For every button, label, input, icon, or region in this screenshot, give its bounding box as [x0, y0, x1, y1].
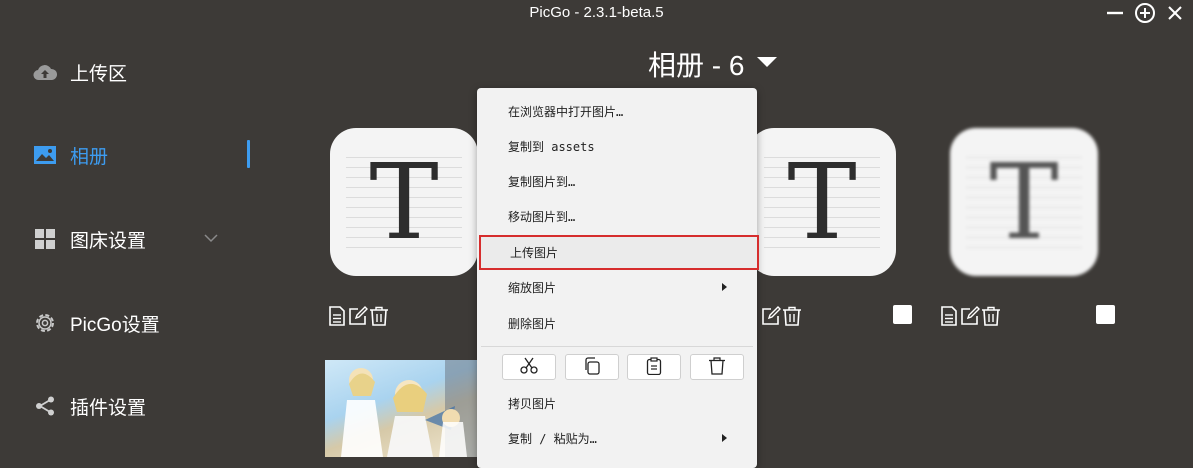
- sidebar-item-label: 上传区: [70, 63, 128, 85]
- menu-item-copy-paste-as[interactable]: 复制 / 粘贴为…: [477, 421, 757, 456]
- select-checkbox[interactable]: [893, 305, 912, 324]
- scissors-icon: [519, 357, 539, 378]
- trash-icon[interactable]: [782, 306, 802, 326]
- grid-icon: [32, 226, 58, 252]
- menu-item-upload-image[interactable]: 上传图片: [479, 235, 759, 270]
- sidebar-item-gallery[interactable]: 相册: [32, 141, 108, 169]
- menu-item-copy-image[interactable]: 拷贝图片: [477, 386, 757, 421]
- gallery-thumbnail[interactable]: T: [950, 128, 1098, 276]
- file-icon[interactable]: [939, 306, 959, 326]
- sidebar: 上传区 相册 图床设置 PicGo设置 插件设置: [0, 28, 262, 457]
- copy-icon: [583, 356, 601, 378]
- sidebar-item-label: 插件设置: [70, 397, 147, 419]
- menu-item-resize-image[interactable]: 缩放图片: [477, 270, 757, 305]
- delete-button[interactable]: [690, 354, 744, 380]
- sidebar-item-label: 相册: [70, 146, 109, 168]
- item-actions: [939, 306, 1001, 326]
- trash-icon[interactable]: [369, 306, 389, 326]
- paste-button[interactable]: [627, 354, 681, 380]
- chevron-down-icon[interactable]: [204, 230, 218, 248]
- gallery-thumbnail[interactable]: T: [748, 128, 896, 276]
- gear-icon: [32, 310, 58, 336]
- menu-item-copy-image-to[interactable]: 复制图片到…: [477, 164, 757, 199]
- item-actions: [761, 306, 802, 326]
- gallery-thumbnail-illustration[interactable]: [325, 360, 477, 457]
- edit-icon[interactable]: [761, 306, 781, 326]
- cloud-upload-icon: [32, 59, 58, 85]
- trash-icon: [708, 356, 726, 378]
- edit-icon[interactable]: [960, 306, 980, 326]
- active-indicator: [247, 140, 250, 168]
- edit-icon[interactable]: [348, 306, 368, 326]
- menu-item-move-image-to[interactable]: 移动图片到…: [477, 199, 757, 234]
- item-actions: [327, 306, 389, 326]
- image-icon: [32, 142, 58, 168]
- minimize-icon[interactable]: [1104, 2, 1126, 24]
- submenu-arrow-icon: [722, 434, 727, 442]
- file-icon[interactable]: [327, 306, 347, 326]
- title-bar: PicGo - 2.3.1-beta.5: [0, 0, 1193, 28]
- gallery-thumbnail[interactable]: T: [330, 128, 478, 276]
- copy-button[interactable]: [565, 354, 619, 380]
- menu-item-delete-image[interactable]: 删除图片: [477, 306, 757, 341]
- window-title: PicGo - 2.3.1-beta.5: [529, 4, 664, 21]
- sidebar-item-label: 图床设置: [70, 230, 147, 252]
- caret-down-icon: [756, 55, 778, 73]
- select-checkbox[interactable]: [1096, 305, 1115, 324]
- sidebar-item-picgo-settings[interactable]: PicGo设置: [32, 309, 160, 337]
- sidebar-item-upload[interactable]: 上传区: [32, 58, 127, 86]
- trash-icon[interactable]: [981, 306, 1001, 326]
- clipboard-icon: [646, 356, 662, 378]
- thumbnail-glyph: T: [787, 141, 857, 263]
- submenu-arrow-icon: [722, 283, 727, 291]
- context-menu: 在浏览器中打开图片… 复制到 assets 复制图片到… 移动图片到… 上传图片…: [477, 88, 759, 468]
- sidebar-item-plugin-settings[interactable]: 插件设置: [32, 392, 146, 420]
- album-dropdown[interactable]: 相册 - 6: [648, 46, 778, 82]
- sidebar-item-label: PicGo设置: [70, 314, 160, 336]
- cut-button[interactable]: [502, 354, 556, 380]
- close-icon[interactable]: [1164, 2, 1186, 24]
- menu-item-open-in-browser[interactable]: 在浏览器中打开图片…: [477, 94, 757, 129]
- menu-item-copy-to-assets[interactable]: 复制到 assets: [477, 129, 757, 164]
- thumbnail-glyph: T: [989, 141, 1059, 263]
- sidebar-item-picbed-settings[interactable]: 图床设置: [32, 225, 146, 253]
- maximize-icon[interactable]: [1134, 2, 1156, 24]
- share-icon: [32, 393, 58, 419]
- thumbnail-glyph: T: [369, 141, 439, 263]
- page-title: 相册 - 6: [648, 50, 745, 81]
- menu-divider: [481, 346, 753, 347]
